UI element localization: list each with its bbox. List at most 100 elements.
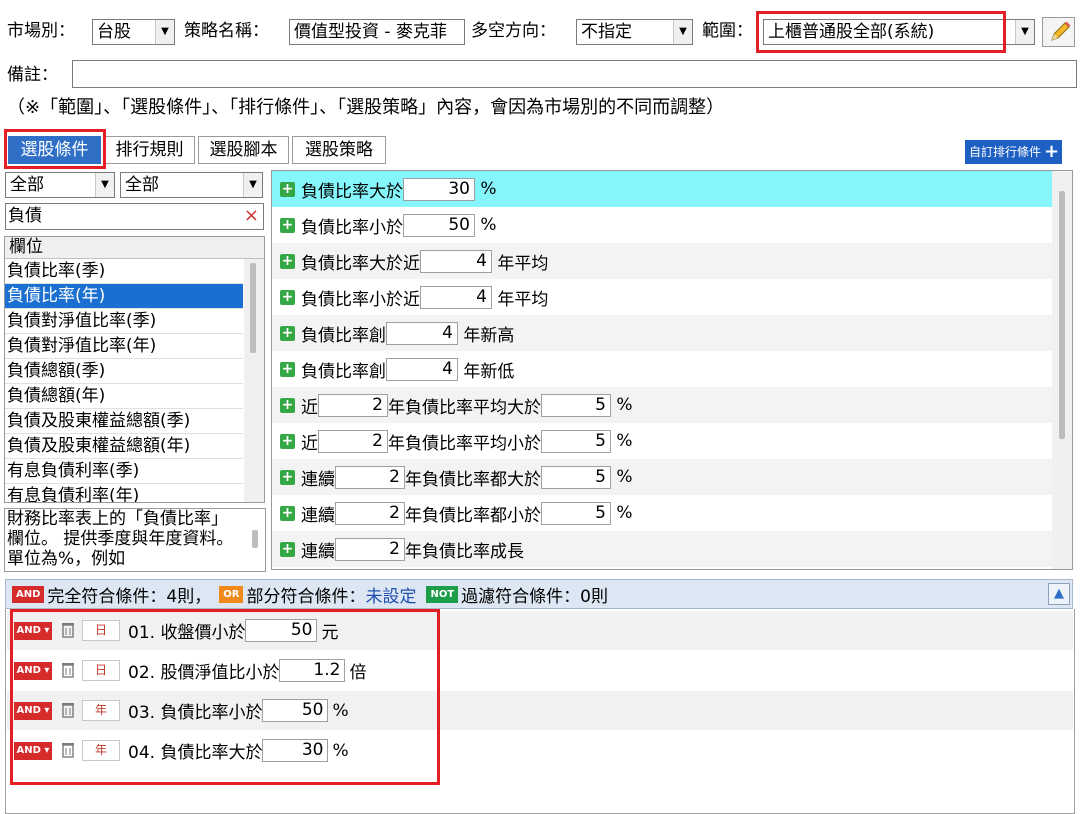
selected-condition-unit: % — [332, 700, 349, 721]
field-list-item[interactable]: 負債及股東權益總額(季) — [5, 409, 243, 434]
field-search-input[interactable]: 負債 × — [5, 203, 264, 230]
tab-selection-script[interactable]: 選股腳本 — [198, 136, 289, 164]
collapse-button[interactable]: ▲ — [1048, 583, 1070, 605]
condition-row[interactable]: + 負債比率創 4 年新低 — [272, 351, 1052, 387]
condition-value-input[interactable]: 4 — [386, 357, 458, 381]
condition-text: 年新低 — [458, 361, 515, 382]
tab-stock-selection-conditions[interactable]: 選股條件 — [8, 136, 101, 164]
description-scroll-thumb[interactable] — [252, 530, 258, 548]
condition-list-scrollbar[interactable] — [1052, 171, 1072, 569]
condition-row[interactable]: + 近 2 年負債比率平均小於 5 % — [272, 423, 1052, 459]
selected-condition-row[interactable]: AND ▾ 日 01. 收盤價小於 50 元 — [7, 611, 1073, 650]
trash-icon[interactable] — [60, 662, 76, 680]
selected-condition-row[interactable]: AND ▾ 日 02. 股價淨值比小於 1.2 倍 — [7, 651, 1073, 690]
selected-condition-row[interactable]: AND ▾ 年 04. 負債比率大於 30% — [7, 731, 1073, 770]
field-list-item[interactable]: 負債總額(季) — [5, 359, 243, 384]
condition-text: % — [611, 503, 633, 523]
add-condition-icon[interactable]: + — [280, 361, 295, 377]
condition-value-input[interactable]: 4 — [386, 321, 458, 345]
trash-icon[interactable] — [60, 622, 76, 640]
logic-dropdown-button[interactable]: AND ▾ — [14, 661, 52, 680]
condition-value-input[interactable]: 2 — [335, 501, 405, 525]
range-select[interactable]: 上櫃普通股全部(系統) ▼ — [763, 19, 1035, 45]
condition-row[interactable]: + 負債比率小於 50 % — [272, 207, 1052, 243]
add-condition-icon[interactable]: + — [280, 253, 295, 269]
field-list-item[interactable]: 負債對淨值比率(季) — [5, 309, 243, 334]
add-condition-icon[interactable]: + — [280, 469, 295, 485]
add-condition-icon[interactable]: + — [280, 505, 295, 521]
field-list-item[interactable]: 有息負債利率(季) — [5, 459, 243, 484]
condition-value-input[interactable]: 2 — [318, 393, 388, 417]
category-select-2[interactable]: 全部 ▼ — [120, 172, 263, 198]
field-list-item[interactable]: 負債及股東權益總額(年) — [5, 434, 243, 459]
add-condition-icon[interactable]: + — [280, 217, 295, 233]
condition-value-input[interactable]: 4 — [420, 285, 492, 309]
trash-icon[interactable] — [60, 702, 76, 720]
chevron-down-icon: ▼ — [155, 20, 174, 44]
condition-row[interactable]: + 負債比率大於 30 % — [272, 171, 1052, 207]
condition-row[interactable]: + 負債比率小於近 4 年平均 — [272, 279, 1052, 315]
selected-condition-value[interactable]: 1.2 — [279, 659, 346, 682]
market-note: （※「範圍」、「選股條件」、「排行條件」、「選股策略」內容，會因為市場別的不同而… — [7, 97, 725, 118]
condition-value-input[interactable]: 2 — [335, 537, 405, 561]
field-list-item[interactable]: 負債對淨值比率(年) — [5, 334, 243, 359]
scroll-thumb[interactable] — [1059, 191, 1065, 439]
condition-text: % — [611, 467, 633, 487]
category-select-1[interactable]: 全部 ▼ — [5, 172, 115, 198]
chevron-down-icon: ▼ — [95, 173, 114, 197]
add-condition-icon[interactable]: + — [280, 541, 295, 557]
selected-condition-text: 04. 負債比率大於 — [128, 743, 263, 763]
condition-row[interactable]: + 負債比率大於近 4 年平均 — [272, 243, 1052, 279]
condition-value-input[interactable]: 5 — [541, 501, 611, 525]
condition-row[interactable]: + 連續 2 年負債比率都小於 5 % — [272, 495, 1052, 531]
condition-text: 年平均 — [492, 289, 549, 310]
partial-match-value[interactable]: 未設定 — [365, 582, 416, 607]
logic-dropdown-button[interactable]: AND ▾ — [14, 741, 52, 760]
condition-value-input[interactable]: 30 — [403, 177, 475, 201]
condition-text: 年平均 — [492, 253, 549, 274]
condition-row[interactable]: + 連續 2 年負債比率都大於 5 % — [272, 459, 1052, 495]
condition-value-input[interactable]: 5 — [541, 393, 611, 417]
condition-value-input[interactable]: 5 — [541, 465, 611, 489]
field-list-item[interactable]: 負債比率(年) — [5, 284, 243, 309]
selected-condition-value[interactable]: 50 — [245, 619, 318, 642]
direction-select[interactable]: 不指定 ▼ — [576, 19, 693, 45]
selected-condition-value[interactable]: 30 — [262, 739, 329, 762]
add-condition-icon[interactable]: + — [280, 433, 295, 449]
trash-icon[interactable] — [60, 742, 76, 760]
tab-selection-strategy[interactable]: 選股策略 — [292, 136, 386, 164]
selected-condition-row[interactable]: AND ▾ 年 03. 負債比率小於 50% — [7, 691, 1073, 730]
tab-ranking-rules[interactable]: 排行規則 — [104, 136, 195, 164]
logic-dropdown-button[interactable]: AND ▾ — [14, 621, 52, 640]
condition-value-input[interactable]: 4 — [420, 249, 492, 273]
selected-condition-value[interactable]: 50 — [262, 699, 329, 722]
condition-value-input[interactable]: 50 — [403, 213, 475, 237]
scroll-thumb[interactable] — [250, 263, 256, 353]
condition-value-input[interactable]: 2 — [318, 429, 388, 453]
add-condition-icon[interactable]: + — [280, 325, 295, 341]
condition-row[interactable]: + 連續 2 年負債比率成長 — [272, 531, 1052, 567]
and-tag: AND — [12, 585, 45, 603]
logic-dropdown-button[interactable]: AND ▾ — [14, 701, 52, 720]
condition-row[interactable]: + 近 2 年負債比率平均大於 5 % — [272, 387, 1052, 423]
condition-value-input[interactable]: 2 — [335, 465, 405, 489]
field-list-item[interactable]: 負債總額(年) — [5, 384, 243, 409]
strategy-name-input[interactable]: 價值型投資 - 麥克菲 — [289, 19, 465, 45]
market-select[interactable]: 台股 ▼ — [92, 19, 175, 45]
add-condition-icon[interactable]: + — [280, 181, 295, 197]
condition-text: 負債比率小於 — [301, 217, 403, 238]
condition-value-input[interactable]: 5 — [541, 429, 611, 453]
condition-row[interactable]: + 負債比率創 4 年新高 — [272, 315, 1052, 351]
field-list-item[interactable]: 有息負債利率(年) — [5, 484, 243, 502]
add-condition-icon[interactable]: + — [280, 289, 295, 305]
clear-icon[interactable]: × — [244, 204, 259, 228]
custom-rank-button[interactable]: 自訂排行條件 + — [965, 140, 1062, 164]
remark-input[interactable] — [72, 60, 1077, 88]
period-badge: 年 — [82, 700, 120, 721]
period-badge: 日 — [82, 660, 120, 681]
add-condition-icon[interactable]: + — [280, 397, 295, 413]
edit-button[interactable] — [1042, 17, 1075, 47]
field-list-item[interactable]: 負債比率(季) — [5, 259, 243, 284]
field-list-scrollbar[interactable] — [244, 259, 264, 502]
condition-text: 負債比率創 — [301, 361, 386, 382]
